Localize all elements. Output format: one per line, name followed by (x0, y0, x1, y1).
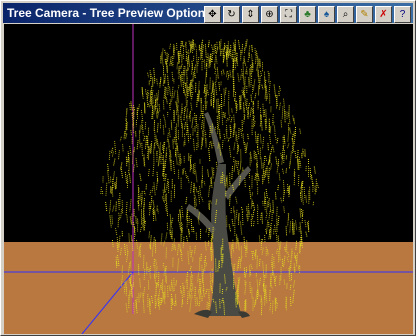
tree-shade-button[interactable]: ♠ (318, 6, 335, 23)
tree-light-button[interactable]: ♣ (299, 6, 316, 23)
rotate-button[interactable]: ↻ (223, 6, 240, 23)
orbit-icon: ⊕ (265, 8, 274, 20)
tree-camera-window: Tree Camera - Tree Preview Options ✥ ↻ ⇕ ⊕ ⛶… (0, 0, 416, 336)
zoom-extents-button[interactable]: ⛶ (280, 6, 297, 23)
sky (4, 24, 413, 242)
window-title: Tree Camera - Tree Preview Options (7, 6, 212, 20)
magnifier-button[interactable]: ⌕ (337, 6, 354, 23)
edit-button[interactable]: ✎ (356, 6, 373, 23)
pan-button[interactable]: ✥ (204, 6, 221, 23)
disable-button[interactable]: ✗ (375, 6, 392, 23)
title-bar[interactable]: Tree Camera - Tree Preview Options ✥ ↻ ⇕ ⊕ ⛶… (3, 3, 413, 23)
magnifier-icon: ⌕ (342, 8, 349, 20)
camera-toolbar: ✥ ↻ ⇕ ⊕ ⛶ ♣ ♠ ⌕ ✎ ✗? (202, 5, 411, 25)
zoom-button[interactable]: ⇕ (242, 6, 259, 23)
rotate-icon: ↻ (227, 8, 236, 20)
tree-shade-icon: ♠ (323, 8, 330, 20)
tree-light-icon: ♣ (304, 8, 311, 20)
orbit-button[interactable]: ⊕ (261, 6, 278, 23)
tree-preview-viewport[interactable] (4, 24, 413, 334)
disable-icon: ✗ (379, 8, 388, 20)
edit-icon: ✎ (360, 8, 369, 20)
pan-icon: ✥ (208, 8, 217, 20)
zoom-icon: ⇕ (246, 8, 255, 20)
scene-canvas[interactable] (4, 24, 413, 334)
ground-plane (4, 242, 413, 334)
help-icon: ? (399, 8, 406, 20)
zoom-extents-icon: ⛶ (285, 8, 292, 20)
help-button[interactable]: ? (394, 6, 411, 23)
